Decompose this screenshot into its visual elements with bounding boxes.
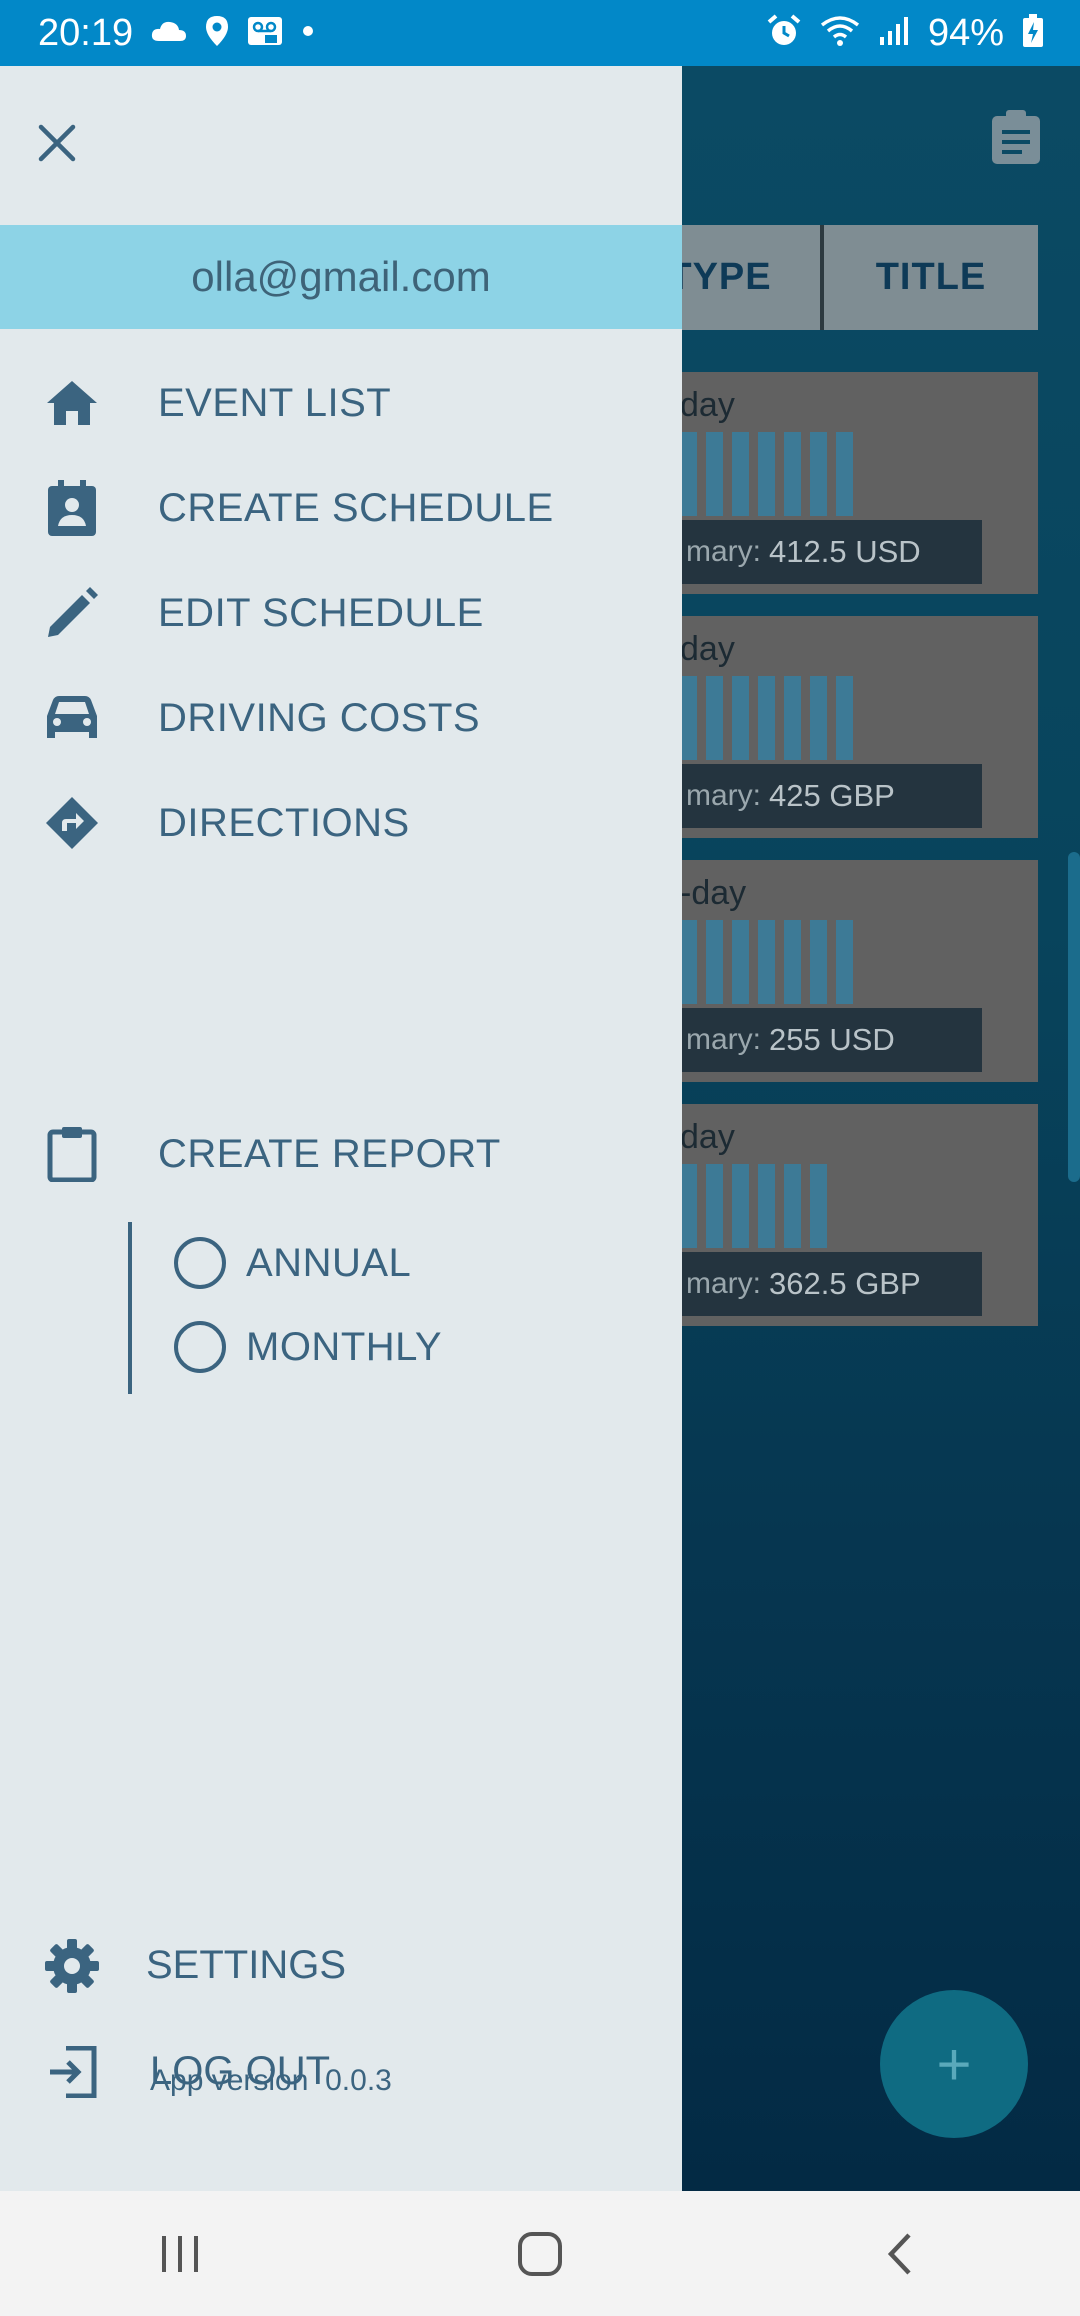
wifi-icon [820, 15, 860, 52]
card-bars [680, 676, 853, 760]
close-icon [38, 124, 76, 162]
battery-charging-icon [1022, 13, 1044, 53]
menu-item-create-report[interactable]: CREATE REPORT [0, 1111, 682, 1197]
scrollbar[interactable] [1068, 852, 1080, 1182]
gear-icon [44, 1938, 100, 1994]
menu-label: EVENT LIST [158, 380, 392, 425]
status-bar: 20:19 94% [0, 0, 1080, 66]
status-time: 20:19 [38, 11, 134, 54]
alarm-icon [766, 13, 802, 53]
app-version: App version 0.0.3 [150, 2064, 392, 2097]
menu-label: CREATE REPORT [158, 1131, 501, 1176]
close-drawer-button[interactable] [24, 110, 90, 176]
event-card[interactable]: day mary: 412.5 USD [620, 372, 1038, 594]
navigation-drawer: olla@gmail.com EVENT LIST CREATE SCHEDUL… [0, 66, 682, 2191]
menu-item-edit-schedule[interactable]: EDIT SCHEDULE [0, 570, 682, 656]
card-summary: mary: 412.5 USD [680, 520, 982, 584]
directions-icon [44, 795, 100, 851]
event-card[interactable]: -day mary: 255 USD [620, 860, 1038, 1082]
card-summary: mary: 255 USD [680, 1008, 982, 1072]
menu-item-directions[interactable]: DIRECTIONS [0, 780, 682, 866]
home-button[interactable] [480, 2209, 600, 2299]
report-icon[interactable] [990, 110, 1042, 166]
logout-icon [44, 2044, 100, 2100]
menu-item-create-schedule[interactable]: CREATE SCHEDULE [0, 465, 682, 551]
radio-monthly[interactable]: MONTHLY [174, 1317, 442, 1377]
settings-item[interactable]: SETTINGS [0, 1923, 682, 2009]
dot-icon [301, 24, 315, 43]
add-event-button[interactable]: + [880, 1990, 1028, 2138]
user-email: olla@gmail.com [0, 225, 682, 329]
header-title[interactable]: TITLE [824, 225, 1038, 330]
menu-item-event-list[interactable]: EVENT LIST [0, 360, 682, 446]
menu-label: EDIT SCHEDULE [158, 590, 484, 635]
event-card[interactable]: day mary: 425 GBP [620, 616, 1038, 838]
menu-label: DRIVING COSTS [158, 695, 481, 740]
radio-annual[interactable]: ANNUAL [174, 1233, 411, 1293]
radio-button[interactable] [174, 1321, 226, 1373]
card-title: -day [680, 874, 747, 912]
car-icon [44, 690, 100, 746]
card-title: day [680, 386, 735, 424]
recent-apps-icon [162, 2235, 198, 2272]
clipboard-icon [44, 1126, 100, 1182]
pencil-icon [44, 585, 100, 641]
battery-percent: 94% [927, 11, 1004, 54]
menu-item-driving-costs[interactable]: DRIVING COSTS [0, 675, 682, 761]
card-summary: mary: 425 GBP [680, 764, 982, 828]
card-summary: mary: 362.5 GBP [680, 1252, 982, 1316]
menu-label: CREATE SCHEDULE [158, 485, 554, 530]
radio-label: MONTHLY [246, 1324, 443, 1369]
table-header: TYPE TITLE [620, 225, 1038, 330]
card-bars [680, 1164, 827, 1248]
menu-label: DIRECTIONS [158, 800, 410, 845]
signal-icon [878, 15, 910, 52]
back-button[interactable] [840, 2209, 960, 2299]
system-nav-bar [0, 2191, 1080, 2316]
card-bars [680, 432, 853, 516]
card-bars [680, 920, 853, 1004]
home-circle-icon [518, 2231, 562, 2276]
event-card[interactable]: day mary: 362.5 GBP [620, 1104, 1038, 1326]
contact-badge-icon [44, 480, 100, 536]
back-icon [887, 2232, 911, 2275]
radio-button[interactable] [174, 1237, 226, 1289]
card-title: day [680, 630, 735, 668]
card-title: day [680, 1118, 735, 1156]
report-options-divider [128, 1222, 132, 1394]
voicemail-icon [247, 16, 283, 51]
home-icon [44, 375, 100, 431]
settings-label: SETTINGS [146, 1943, 347, 1987]
radio-label: ANNUAL [246, 1240, 412, 1285]
location-icon [205, 15, 229, 52]
cloud-icon [151, 19, 187, 48]
recent-apps-button[interactable] [120, 2209, 240, 2299]
